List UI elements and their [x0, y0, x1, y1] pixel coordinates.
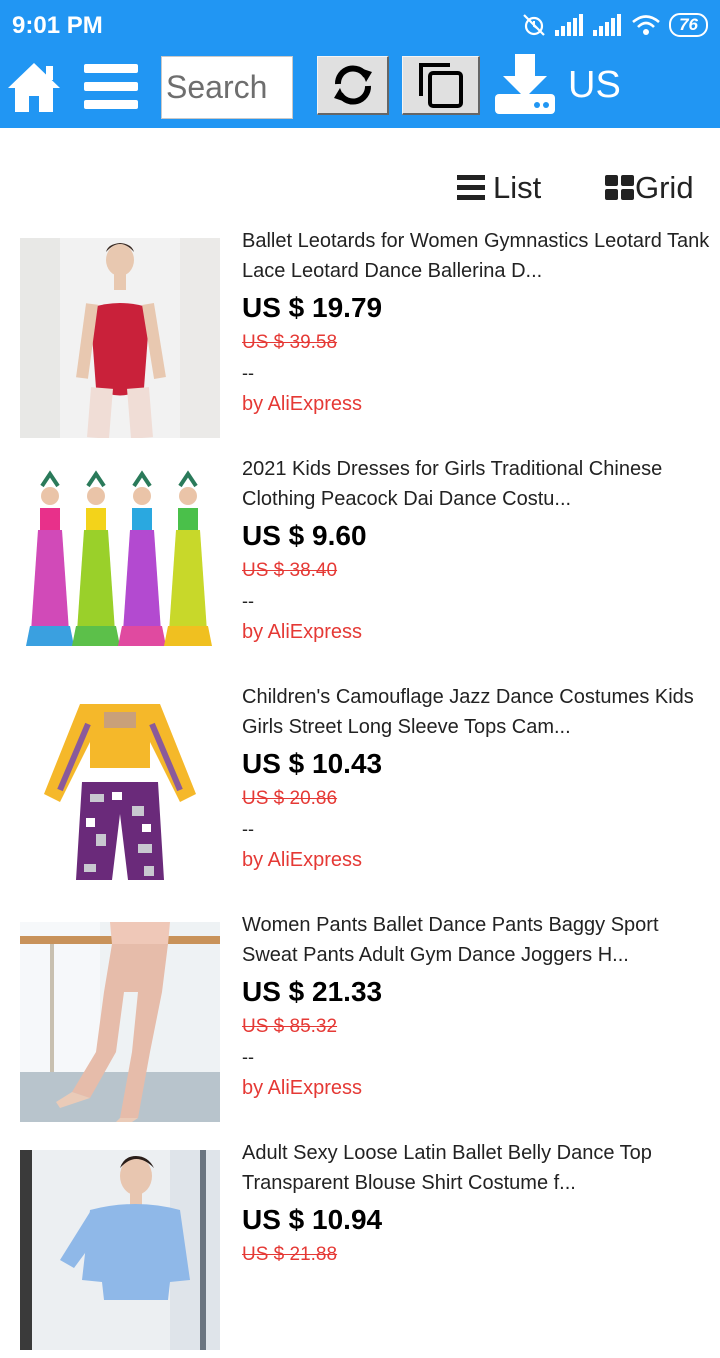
product-image[interactable]	[20, 694, 220, 894]
wifi-icon	[632, 15, 660, 35]
product-image[interactable]	[20, 238, 220, 438]
product-title[interactable]: Women Pants Ballet Dance Pants Baggy Spo…	[242, 910, 716, 970]
grid-icon	[605, 175, 634, 200]
grid-label: Grid	[635, 170, 694, 205]
product-image[interactable]	[20, 1150, 220, 1350]
product-seller: by AliExpress	[242, 1077, 363, 1099]
status-bar: 9:01 PM 76	[0, 0, 720, 50]
product-item[interactable]: Ballet Leotards for Women Gymnastics Leo…	[0, 218, 720, 446]
product-price: US $ 21.33	[242, 976, 383, 1007]
grid-view-toggle[interactable]: Grid	[605, 168, 694, 208]
product-info: 2021 Kids Dresses for Girls Traditional …	[242, 454, 716, 645]
signal-icon	[555, 14, 584, 36]
battery-level: 76	[679, 15, 698, 34]
product-original-price: US $ 39.58	[242, 332, 338, 353]
home-icon[interactable]	[6, 60, 62, 114]
product-original-price: US $ 85.32	[242, 1016, 338, 1037]
region-selector[interactable]: US	[568, 64, 621, 107]
list-icon	[457, 175, 485, 200]
product-title[interactable]: 2021 Kids Dresses for Girls Traditional …	[242, 454, 716, 514]
product-extra: --	[242, 1047, 254, 1067]
product-seller: by AliExpress	[242, 849, 363, 871]
copy-icon	[418, 63, 463, 108]
product-title[interactable]: Children's Camouflage Jazz Dance Costume…	[242, 682, 716, 742]
signal-icon-2	[593, 14, 622, 36]
refresh-icon	[333, 65, 372, 105]
product-image[interactable]	[20, 466, 220, 666]
download-icon[interactable]	[493, 54, 557, 116]
product-image[interactable]	[20, 922, 220, 1122]
refresh-button[interactable]	[317, 56, 389, 115]
product-title[interactable]: Ballet Leotards for Women Gymnastics Leo…	[242, 226, 716, 286]
product-extra: --	[242, 591, 254, 611]
product-price: US $ 10.43	[242, 748, 383, 779]
product-seller: by AliExpress	[242, 621, 363, 643]
list-label: List	[493, 170, 542, 205]
product-info: Children's Camouflage Jazz Dance Costume…	[242, 682, 716, 873]
product-item[interactable]: 2021 Kids Dresses for Girls Traditional …	[0, 446, 720, 674]
product-original-price: US $ 38.40	[242, 560, 338, 581]
list-view-toggle[interactable]: List	[457, 168, 541, 208]
toolbar: US	[0, 50, 720, 128]
search-input[interactable]	[161, 56, 293, 119]
battery-indicator: 76	[669, 13, 708, 37]
product-info: Ballet Leotards for Women Gymnastics Leo…	[242, 226, 716, 417]
product-extra: --	[242, 363, 254, 383]
product-item[interactable]: Adult Sexy Loose Latin Ballet Belly Danc…	[0, 1130, 720, 1358]
app-header: 9:01 PM 76 Search US	[0, 0, 720, 128]
product-info: Women Pants Ballet Dance Pants Baggy Spo…	[242, 910, 716, 1101]
product-price: US $ 9.60	[242, 520, 367, 551]
product-list: Ballet Leotards for Women Gymnastics Leo…	[0, 218, 720, 1358]
product-info: Adult Sexy Loose Latin Ballet Belly Danc…	[242, 1138, 716, 1267]
product-price: US $ 19.79	[242, 292, 383, 323]
product-original-price: US $ 20.86	[242, 788, 338, 809]
product-seller: by AliExpress	[242, 393, 363, 415]
product-extra: --	[242, 819, 254, 839]
menu-icon[interactable]	[84, 62, 138, 110]
product-item[interactable]: Children's Camouflage Jazz Dance Costume…	[0, 674, 720, 902]
product-item[interactable]: Women Pants Ballet Dance Pants Baggy Spo…	[0, 902, 720, 1130]
status-icons: 76	[521, 10, 708, 40]
alarm-off-icon	[523, 14, 545, 36]
status-time: 9:01 PM	[12, 12, 103, 39]
copy-button[interactable]	[402, 56, 480, 115]
product-title[interactable]: Adult Sexy Loose Latin Ballet Belly Danc…	[242, 1138, 716, 1198]
product-price: US $ 10.94	[242, 1204, 383, 1235]
product-original-price: US $ 21.88	[242, 1244, 338, 1265]
